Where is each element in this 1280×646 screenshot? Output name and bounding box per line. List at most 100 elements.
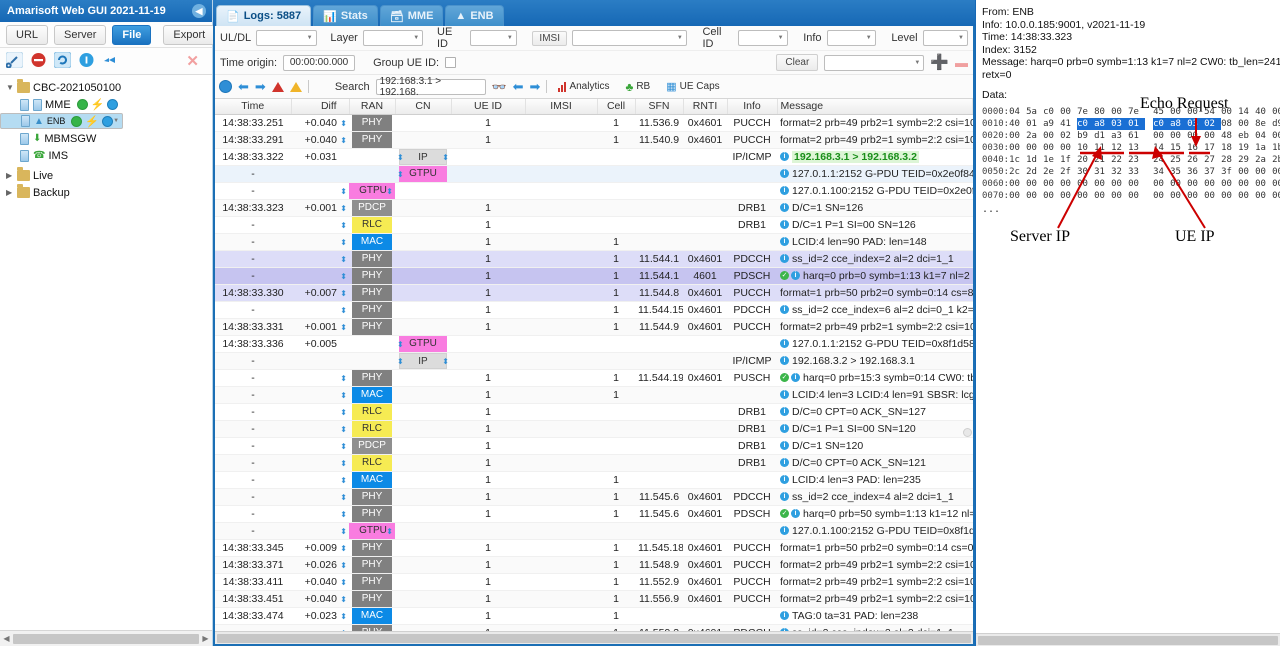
- hex-byte[interactable]: 00: [1009, 190, 1026, 202]
- hex-byte[interactable]: 04: [1255, 130, 1272, 142]
- hex-byte[interactable]: 00: [1187, 130, 1204, 142]
- hex-byte[interactable]: 00: [1043, 190, 1060, 202]
- clear-button[interactable]: Clear: [776, 54, 819, 71]
- hex-byte[interactable]: 31: [1094, 166, 1111, 178]
- table-row[interactable]: - ⬍ RLC 1 DRB1 i D/C=1 P=1 SI=00 SN=126: [215, 216, 973, 234]
- hex-byte[interactable]: 00: [1043, 130, 1060, 142]
- hex-byte[interactable]: 1c: [1009, 154, 1026, 166]
- scroll-thumb[interactable]: [13, 633, 199, 644]
- layer-chip-mac[interactable]: MAC: [352, 233, 392, 249]
- export-button[interactable]: Export: [163, 24, 216, 45]
- hex-byte[interactable]: 34: [1153, 166, 1170, 178]
- col-imsi[interactable]: IMSI: [525, 99, 598, 115]
- table-row[interactable]: - ⬍ RLC 1 DRB1 i D/C=0 CPT=0 ACK_SN=127: [215, 403, 973, 421]
- hex-byte[interactable]: 1d: [1026, 154, 1043, 166]
- hex-byte[interactable]: 40: [1009, 118, 1026, 130]
- hex-byte[interactable]: 00: [1272, 190, 1280, 202]
- sidebar-horizontal-scrollbar[interactable]: ◀ ▶: [0, 630, 212, 646]
- hex-byte[interactable]: 14: [1238, 106, 1255, 118]
- col-cn[interactable]: CN: [395, 99, 452, 115]
- col-ran[interactable]: RAN: [349, 99, 396, 115]
- hex-byte[interactable]: 2b: [1272, 154, 1280, 166]
- group-ue-id-checkbox[interactable]: [445, 57, 457, 68]
- hex-byte[interactable]: 17: [1204, 142, 1221, 154]
- plus-icon[interactable]: ➕: [930, 55, 949, 70]
- table-row[interactable]: 14:38:33.331 +0.001 ⬍ PHY 1 1 11.544.9 0x4601 PU…: [215, 318, 973, 336]
- table-row[interactable]: - ⬍ PHY 1 1 11.544.1 0x4601 PDCCH i ss_id=2 cce_i…: [215, 250, 973, 268]
- minus-icon[interactable]: ▬: [955, 56, 968, 69]
- hex-byte[interactable]: a8: [1094, 117, 1112, 130]
- hex-byte[interactable]: 2a: [1026, 130, 1043, 142]
- hex-byte[interactable]: 2c: [1009, 166, 1026, 178]
- analytics-button[interactable]: Analytics: [553, 79, 614, 94]
- hex-byte[interactable]: 3f: [1221, 166, 1238, 178]
- hex-byte[interactable]: 00: [1204, 190, 1221, 202]
- layer-chip-pdcp[interactable]: PDCP: [352, 199, 392, 215]
- layer-chip-phy[interactable]: PHY: [352, 556, 392, 572]
- layer-chip-ip[interactable]: IP: [399, 148, 447, 164]
- hex-byte[interactable]: 25: [1170, 154, 1187, 166]
- hex-byte[interactable]: 00: [1128, 190, 1145, 202]
- hex-byte[interactable]: 00: [1060, 142, 1077, 154]
- hex-byte[interactable]: a3: [1111, 130, 1128, 142]
- layer-chip-gtpu[interactable]: GTPU: [399, 165, 447, 181]
- hex-byte[interactable]: 35: [1170, 166, 1187, 178]
- hex-byte[interactable]: 00: [1077, 190, 1094, 202]
- time-origin-input[interactable]: 00:00:00.000: [283, 54, 356, 71]
- play-icon[interactable]: [107, 99, 119, 110]
- arrow-right-icon[interactable]: ➡: [530, 80, 541, 93]
- arrow-right-icon[interactable]: ➡: [255, 80, 266, 93]
- hex-byte[interactable]: 03: [1111, 117, 1129, 130]
- hex-byte[interactable]: 00: [1111, 190, 1128, 202]
- hex-byte[interactable]: 00: [1170, 190, 1187, 202]
- chevron-down-icon[interactable]: ▼: [6, 83, 17, 92]
- table-row[interactable]: - ⬍ MAC 1 1 i LCID:4 len=3 PAD: len=235: [215, 471, 973, 489]
- hex-byte[interactable]: 32: [1111, 166, 1128, 178]
- layer-chip-phy[interactable]: PHY: [352, 573, 392, 589]
- table-row[interactable]: - ⬍ PHY 1 1 11.544.19 0x4601 PUSCH ✓ i harq=0 prb=…: [215, 369, 973, 387]
- tree-node-enb[interactable]: ▲ ENB ⚡: [0, 113, 124, 129]
- hex-byte[interactable]: 13: [1128, 142, 1145, 154]
- tree-node-mbmsgw[interactable]: ⬇ MBMSGW: [0, 130, 212, 147]
- hex-byte[interactable]: 33: [1128, 166, 1145, 178]
- hex-byte[interactable]: 00: [1094, 190, 1111, 202]
- table-row[interactable]: 14:38:33.323 +0.001 ⬍ PDCP 1 DRB1 i D/C=1 SN=12…: [215, 199, 973, 217]
- hex-byte[interactable]: 37: [1204, 166, 1221, 178]
- log-horizontal-scrollbar[interactable]: [215, 631, 973, 644]
- col-diff[interactable]: Diff: [291, 99, 350, 115]
- plug-icon[interactable]: [102, 52, 119, 71]
- table-row[interactable]: 14:38:33.336 +0.005 ⬍ GTPU i 127.0.1.1:2152 G…: [215, 335, 973, 353]
- preset-select[interactable]: [824, 54, 925, 71]
- hex-byte[interactable]: 40: [1255, 106, 1272, 118]
- table-row[interactable]: - ⬍ MAC 1 1 i LCID:4 len=90 PAD: len=148: [215, 233, 973, 251]
- log-vertical-scrollbar[interactable]: [963, 115, 972, 631]
- tree-node-cbc[interactable]: ▼ CBC-2021050100: [0, 79, 212, 96]
- layer-chip-phy[interactable]: PHY: [352, 131, 392, 147]
- scroll-left-icon[interactable]: ◀: [1, 634, 12, 643]
- hex-byte[interactable]: 00: [1009, 142, 1026, 154]
- hex-byte[interactable]: 03: [1187, 117, 1205, 130]
- table-row[interactable]: 14:38:33.345 +0.009 ⬍ PHY 1 1 11.545.18 0x4601 P…: [215, 539, 973, 557]
- hex-byte[interactable]: 48: [1221, 130, 1238, 142]
- hex-byte[interactable]: 00: [1043, 142, 1060, 154]
- hex-byte[interactable]: 5a: [1026, 106, 1043, 118]
- hex-byte[interactable]: 00: [1170, 130, 1187, 142]
- hex-byte[interactable]: 16: [1187, 142, 1204, 154]
- server-button[interactable]: Server: [54, 24, 107, 45]
- hex-byte[interactable]: 21: [1094, 154, 1111, 166]
- layer-chip-rlc[interactable]: RLC: [352, 420, 392, 436]
- table-row[interactable]: 14:38:33.411 +0.040 ⬍ PHY 1 1 11.552.9 0x4601 PU…: [215, 573, 973, 591]
- tab-mme[interactable]: 🗃 MME: [379, 5, 444, 26]
- hex-byte[interactable]: 00: [1153, 130, 1170, 142]
- error-triangle-icon[interactable]: [271, 81, 284, 92]
- tab-stats[interactable]: 📊 Stats: [313, 5, 378, 26]
- table-row[interactable]: - ⬍ RLC 1 DRB1 i D/C=0 CPT=0 ACK_SN=121: [215, 454, 973, 472]
- col-info[interactable]: Info: [727, 99, 778, 115]
- table-row[interactable]: 14:38:33.371 +0.026 ⬍ PHY 1 1 11.548.9 0x4601 PU…: [215, 556, 973, 574]
- hex-byte[interactable]: 15: [1170, 142, 1187, 154]
- layer-chip-phy[interactable]: PHY: [352, 250, 392, 266]
- cell-id-select[interactable]: [738, 30, 788, 46]
- scroll-thumb[interactable]: [963, 428, 972, 437]
- hex-byte[interactable]: 30: [1077, 166, 1094, 178]
- hex-byte[interactable]: 41: [1060, 118, 1077, 130]
